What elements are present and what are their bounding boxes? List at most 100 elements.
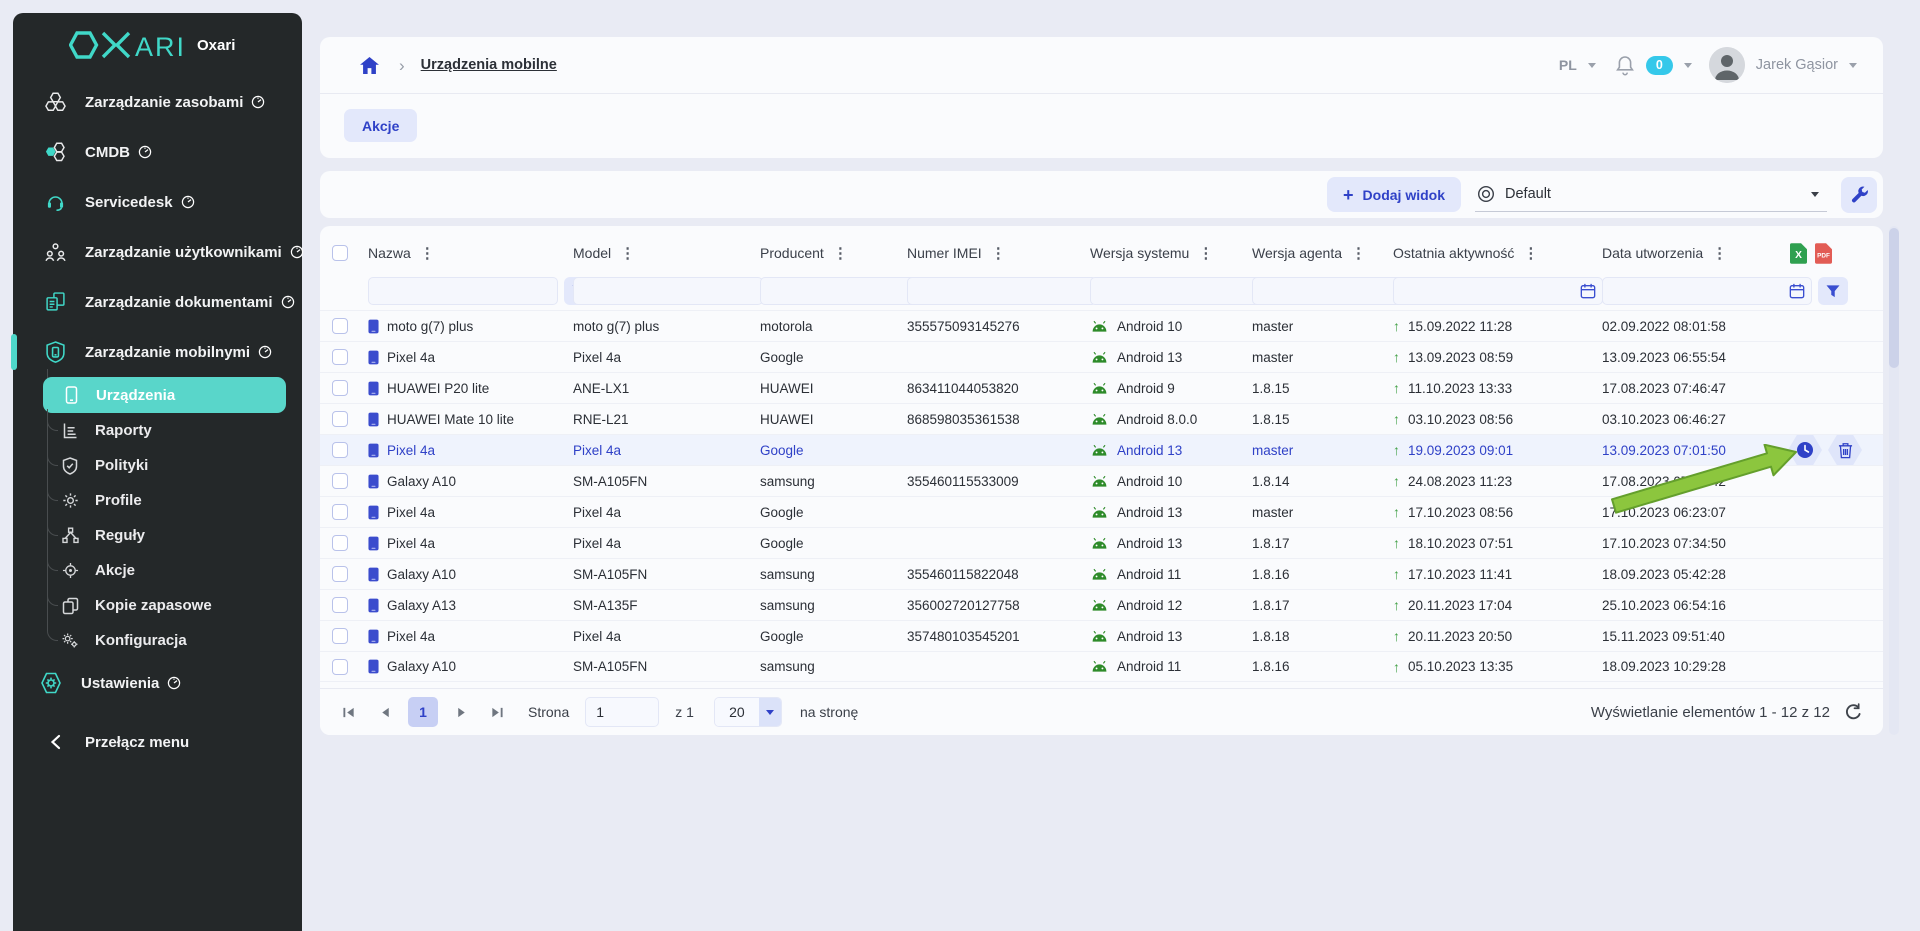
previous-page-button[interactable] [372, 699, 398, 725]
table-row[interactable]: Galaxy A10 SM-A105FN samsung 35546011582… [320, 558, 1883, 589]
table-row[interactable]: Galaxy A10 SM-A105FN samsung 35546011553… [320, 465, 1883, 496]
sidebar-subitem-akcje[interactable]: Akcje [13, 553, 302, 588]
table-row[interactable]: HUAWEI Mate 10 lite RNE-L21 HUAWEI 86859… [320, 403, 1883, 434]
table-row[interactable]: Pixel 4a Pixel 4a Google Android 13 1.8.… [320, 527, 1883, 558]
sidebar-item-dokumenty[interactable]: Zarządzanie dokumentami [13, 277, 302, 327]
last-page-button[interactable] [484, 699, 510, 725]
table-row[interactable]: HUAWEI P20 lite ANE-LX1 HUAWEI 863411044… [320, 372, 1883, 403]
table-row[interactable]: Pixel 4a Pixel 4a Google Android 13 mast… [320, 341, 1883, 372]
notification-count-badge[interactable]: 0 [1646, 56, 1673, 75]
filter-input-ostatnia-aktywnosc[interactable] [1400, 278, 1576, 304]
table-row[interactable]: Pixel 4a Pixel 4a Google Android 13 mast… [320, 496, 1883, 527]
table-row[interactable]: Pixel 4a Pixel 4a Google Android 13 mast… [320, 434, 1883, 465]
filter-input-data-utworzenia[interactable] [1609, 278, 1785, 304]
filter-input-model[interactable] [580, 278, 756, 304]
sidebar-subitem-profile[interactable]: Profile [13, 483, 302, 518]
filter-input-nazwa[interactable] [375, 278, 551, 304]
column-header-imei[interactable]: Numer IMEI⋮ [895, 244, 1078, 262]
row-history-button[interactable] [1788, 435, 1822, 465]
table-row[interactable]: Pixel 4a Pixel 4a Google 357480103545201… [320, 620, 1883, 651]
avatar[interactable] [1709, 47, 1745, 83]
settings-hexagon-icon [37, 671, 65, 695]
table-scrollbar-track[interactable] [1889, 226, 1899, 735]
row-checkbox[interactable] [332, 504, 348, 520]
language-caret-icon[interactable] [1588, 63, 1596, 68]
row-checkbox[interactable] [332, 659, 348, 675]
column-header-data-utworzenia[interactable]: Data utworzenia⋮ [1590, 244, 1786, 262]
column-menu-icon[interactable]: ⋮ [1521, 244, 1540, 262]
sidebar-item-servicedesk[interactable]: Servicedesk [13, 177, 302, 227]
row-checkbox[interactable] [332, 380, 348, 396]
row-delete-button[interactable] [1828, 435, 1862, 465]
bell-icon[interactable] [1615, 55, 1635, 76]
column-menu-icon[interactable]: ⋮ [831, 244, 850, 262]
user-menu-caret-icon[interactable] [1849, 63, 1857, 68]
home-icon[interactable] [360, 57, 379, 74]
row-checkbox[interactable] [332, 566, 348, 582]
row-checkbox[interactable] [332, 535, 348, 551]
row-checkbox[interactable] [332, 473, 348, 489]
column-menu-icon[interactable]: ⋮ [1710, 244, 1729, 262]
row-checkbox[interactable] [332, 442, 348, 458]
refresh-button[interactable] [1844, 703, 1863, 722]
column-menu-icon[interactable]: ⋮ [1349, 244, 1368, 262]
sidebar-subitem-polityki[interactable]: Polityki [13, 448, 302, 483]
row-checkbox[interactable] [332, 318, 348, 334]
column-header-ostatnia-aktywnosc[interactable]: Ostatnia aktywność⋮ [1381, 244, 1590, 262]
page-number-input[interactable] [585, 697, 659, 727]
row-checkbox[interactable] [332, 597, 348, 613]
export-pdf-icon[interactable]: PDF [1815, 243, 1832, 264]
cell-agent-version: master [1252, 350, 1293, 365]
table-scrollbar-thumb[interactable] [1889, 228, 1899, 368]
column-header-nazwa[interactable]: Nazwa⋮ [356, 244, 561, 262]
table-row[interactable]: Galaxy A10 SM-A105FN samsung Android 11 … [320, 651, 1883, 682]
oxari-logo-icon: ARI [69, 30, 187, 60]
sidebar-subitem-raporty[interactable]: Raporty [13, 413, 302, 448]
cell-imei: 863411044053820 [907, 381, 1019, 396]
column-menu-icon[interactable]: ⋮ [989, 244, 1008, 262]
column-header-wersja-systemu[interactable]: Wersja systemu⋮ [1078, 244, 1240, 262]
column-menu-icon[interactable]: ⋮ [618, 244, 637, 262]
current-page-button[interactable]: 1 [408, 697, 438, 727]
add-view-button[interactable]: + Dodaj widok [1327, 177, 1461, 212]
column-menu-icon[interactable]: ⋮ [418, 244, 437, 262]
select-all-checkbox[interactable] [332, 245, 348, 261]
sidebar-subitem-urzadzenia[interactable]: Urządzenia [43, 377, 286, 413]
breadcrumb-current-link[interactable]: Urządzenia mobilne [421, 57, 557, 73]
row-checkbox[interactable] [332, 349, 348, 365]
sidebar-subitem-kopie[interactable]: Kopie zapasowe [13, 588, 302, 623]
filter-button-data-utworzenia[interactable] [1818, 277, 1848, 305]
column-menu-icon[interactable]: ⋮ [1196, 244, 1215, 262]
export-excel-icon[interactable]: X [1790, 243, 1807, 264]
row-checkbox[interactable] [332, 628, 348, 644]
language-selector[interactable]: PL [1559, 57, 1577, 73]
sidebar-item-zasoby[interactable]: Zarządzanie zasobami [13, 77, 302, 127]
column-label: Wersja agenta [1252, 245, 1342, 261]
calendar-icon[interactable] [1789, 283, 1805, 299]
column-header-wersja-agenta[interactable]: Wersja agenta ⋮ [1240, 244, 1381, 262]
first-page-button[interactable] [336, 699, 362, 725]
sidebar-subitem-reguly[interactable]: Reguły [13, 518, 302, 553]
view-select[interactable]: Default [1475, 177, 1827, 212]
page-label: Strona [528, 704, 569, 720]
table-settings-button[interactable] [1841, 177, 1877, 213]
table-row[interactable]: moto g(7) plus moto g(7) plus motorola 3… [320, 310, 1883, 341]
column-header-producent[interactable]: Producent⋮ [748, 244, 895, 262]
notifications-caret-icon[interactable] [1684, 63, 1692, 68]
akcje-button[interactable]: Akcje [344, 109, 417, 142]
sidebar-item-ustawienia[interactable]: Ustawienia [13, 658, 302, 708]
next-page-button[interactable] [448, 699, 474, 725]
row-checkbox[interactable] [332, 411, 348, 427]
per-page-select[interactable]: 20 [714, 697, 782, 727]
filter-input-imei[interactable] [914, 278, 1090, 304]
cell-os-version: Android 13 [1117, 629, 1182, 644]
sidebar-item-cmdb[interactable]: CMDB [13, 127, 302, 177]
up-arrow-icon: ↑ [1393, 535, 1400, 551]
column-header-model[interactable]: Model⋮ [561, 244, 748, 262]
sidebar-item-mobilne[interactable]: Zarządzanie mobilnymi [13, 327, 302, 377]
collapse-menu-button[interactable]: Przełącz menu [13, 724, 302, 760]
sidebar-subitem-konfiguracja[interactable]: Konfiguracja [13, 623, 302, 658]
user-name[interactable]: Jarek Gąsior [1756, 57, 1838, 73]
table-row[interactable]: Galaxy A13 SM-A135F samsung 356002720127… [320, 589, 1883, 620]
sidebar-item-uzytkownicy[interactable]: Zarządzanie użytkownikami [13, 227, 302, 277]
